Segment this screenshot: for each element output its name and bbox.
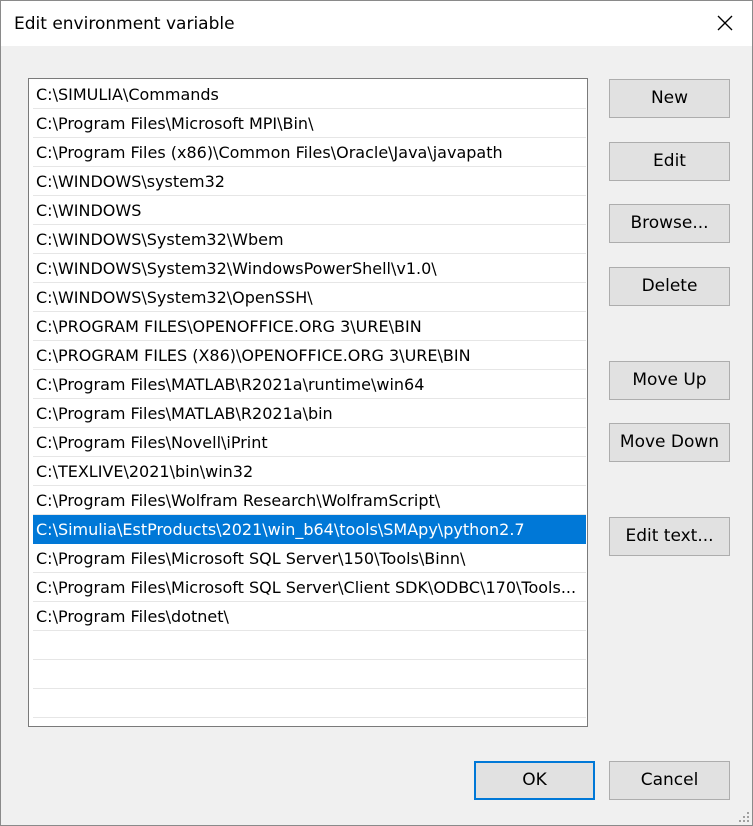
path-list-item[interactable]: C:\Program Files\MATLAB\R2021a\bin xyxy=(33,399,586,428)
path-list-item[interactable]: C:\Program Files\dotnet\ xyxy=(33,602,586,631)
close-icon xyxy=(717,15,733,31)
path-list-item[interactable]: C:\WINDOWS xyxy=(33,196,586,225)
delete-button[interactable]: Delete xyxy=(609,267,730,306)
path-list-item[interactable]: C:\TEXLIVE\2021\bin\win32 xyxy=(33,457,586,486)
dialog-title: Edit environment variable xyxy=(14,14,235,34)
resize-grip-icon[interactable] xyxy=(738,811,750,823)
path-list-item[interactable] xyxy=(33,660,586,689)
edit-text-button[interactable]: Edit text... xyxy=(609,517,730,556)
path-list-item[interactable]: C:\WINDOWS\System32\WindowsPowerShell\v1… xyxy=(33,254,586,283)
path-list-item[interactable]: C:\Program Files\Microsoft SQL Server\Cl… xyxy=(33,573,586,602)
path-list-item[interactable]: C:\PROGRAM FILES (X86)\OPENOFFICE.ORG 3\… xyxy=(33,341,586,370)
edit-button[interactable]: Edit xyxy=(609,142,730,181)
ok-button[interactable]: OK xyxy=(474,761,595,800)
path-list-item[interactable] xyxy=(33,689,586,718)
path-list-item-selected[interactable]: C:\Simulia\EstProducts\2021\win_b64\tool… xyxy=(33,515,586,544)
path-list-item[interactable]: C:\Program Files (x86)\Common Files\Orac… xyxy=(33,138,586,167)
path-list-item[interactable]: C:\WINDOWS\system32 xyxy=(33,167,586,196)
new-button[interactable]: New xyxy=(609,79,730,118)
path-list-item[interactable] xyxy=(33,631,586,660)
cancel-button[interactable]: Cancel xyxy=(609,761,730,800)
title-bar: Edit environment variable xyxy=(1,1,752,46)
path-list-item[interactable]: C:\WINDOWS\System32\OpenSSH\ xyxy=(33,283,586,312)
path-list[interactable]: C:\SIMULIA\Commands C:\Program Files\Micr… xyxy=(28,78,588,727)
move-up-button[interactable]: Move Up xyxy=(609,361,730,400)
path-list-item[interactable]: C:\Program Files\MATLAB\R2021a\runtime\w… xyxy=(33,370,586,399)
path-list-item[interactable]: C:\PROGRAM FILES\OPENOFFICE.ORG 3\URE\BI… xyxy=(33,312,586,341)
path-list-item[interactable]: C:\WINDOWS\System32\Wbem xyxy=(33,225,586,254)
move-down-button[interactable]: Move Down xyxy=(609,423,730,462)
path-list-item[interactable]: C:\Program Files\Novell\iPrint xyxy=(33,428,586,457)
path-list-item[interactable]: C:\SIMULIA\Commands xyxy=(33,80,586,109)
browse-button[interactable]: Browse... xyxy=(609,204,730,243)
path-list-item[interactable]: C:\Program Files\Microsoft SQL Server\15… xyxy=(33,544,586,573)
close-button[interactable] xyxy=(698,1,752,46)
path-list-item[interactable]: C:\Program Files\Wolfram Research\Wolfra… xyxy=(33,486,586,515)
edit-environment-variable-dialog: Edit environment variable C:\SIMULIA\Com… xyxy=(0,0,753,826)
path-list-item[interactable]: C:\Program Files\Microsoft MPI\Bin\ xyxy=(33,109,586,138)
